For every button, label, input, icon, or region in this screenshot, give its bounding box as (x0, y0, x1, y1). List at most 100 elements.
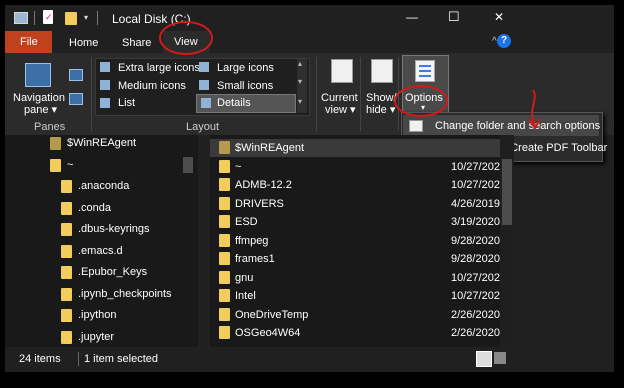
nav-item[interactable]: .conda (78, 202, 111, 214)
file-row[interactable]: OSGeo4W64 2/26/2020 (210, 324, 500, 342)
nav-item[interactable]: .ipynb_checkpoints (78, 288, 172, 300)
gallery-scroll[interactable]: ▴ ▾ ▾ (297, 59, 307, 113)
file-date: 10/27/2020 (451, 271, 500, 284)
nav-scrollbar-thumb[interactable] (183, 157, 193, 173)
folder-icon (219, 159, 230, 173)
layout-small-icons[interactable]: Small icons (217, 80, 273, 92)
folder-icon (50, 137, 61, 150)
folder-options-icon (409, 120, 423, 132)
show-hide-icon[interactable] (371, 59, 393, 83)
maximize-button[interactable]: ☐ (448, 9, 460, 25)
medium-icons-icon (100, 80, 110, 90)
separator (360, 57, 361, 131)
folder-icon (61, 180, 72, 193)
current-view-label-2: view ▾ (325, 104, 356, 116)
help-icon: ? (501, 35, 508, 46)
folder-icon (219, 252, 230, 265)
qat-dropdown-icon[interactable]: ▾ (84, 13, 88, 22)
nav-item[interactable]: .jupyter (78, 331, 114, 343)
close-button[interactable]: ✕ (494, 10, 504, 24)
layout-large-icons[interactable]: Large icons (217, 62, 274, 74)
file-name: gnu (235, 271, 254, 284)
nav-item[interactable]: $WinREAgent (67, 137, 136, 149)
title-bar: ✓ ▾ Local Disk (C:) — ☐ ✕ (5, 5, 614, 31)
show-hide-label-2: hide ▾ (366, 104, 396, 116)
file-name: OSGeo4W64 (235, 327, 301, 339)
collapse-ribbon-button[interactable]: ^ (492, 36, 497, 47)
details-icon (201, 98, 211, 108)
folder-icon (61, 223, 72, 236)
file-row[interactable]: ADMB-12.2 10/27/2020 (210, 176, 500, 194)
separator (78, 352, 79, 366)
new-folder-icon[interactable] (65, 12, 77, 25)
file-date: 3/19/2020 (451, 216, 500, 228)
separator (91, 57, 92, 131)
navigation-pane-label-2: pane ▾ (24, 104, 58, 116)
file-list-scrollbar[interactable] (500, 135, 514, 347)
file-row[interactable]: gnu 10/27/2020 (210, 269, 500, 287)
file-date: 9/28/2020 (451, 253, 500, 265)
file-name: DRIVERS (235, 197, 284, 210)
file-name: ADMB-12.2 (235, 179, 292, 191)
file-name: $WinREAgent (235, 142, 305, 154)
large-icons-icon (199, 62, 209, 72)
file-list-scrollbar-thumb[interactable] (502, 159, 512, 225)
small-icons-icon (199, 80, 209, 90)
quick-access-properties-icon[interactable] (14, 12, 28, 24)
extra-large-icons-icon (100, 62, 110, 72)
folder-icon (219, 233, 230, 247)
nav-item[interactable]: .emacs.d (78, 245, 123, 257)
file-name: ~ (235, 160, 242, 173)
nav-item[interactable]: ~ (67, 159, 73, 171)
file-date: 2/26/2020 (451, 308, 500, 321)
file-row[interactable]: ~10/27/2020 (210, 158, 500, 176)
layout-details: Details (217, 97, 251, 109)
file-date: 2/26/2020 (451, 327, 500, 339)
folder-icon (61, 244, 72, 258)
nav-item[interactable]: .ipython (78, 309, 117, 321)
nav-item[interactable]: .Epubor_Keys (78, 266, 147, 278)
panes-group-label: Panes (34, 121, 66, 133)
navigation-pane-icon[interactable] (25, 63, 51, 87)
properties-icon[interactable]: ✓ (43, 10, 53, 24)
file-row[interactable]: ffmpeg 9/28/2020 (210, 232, 500, 250)
file-row[interactable]: Intel 10/27/2020 (210, 287, 500, 305)
layout-list[interactable]: List (118, 97, 135, 109)
file-date: 10/27/2020 (451, 160, 500, 173)
file-name: OneDriveTemp (235, 308, 309, 321)
file-row[interactable]: ESD 3/19/2020 (210, 213, 500, 231)
nav-item[interactable]: .dbus-keyrings (78, 223, 150, 235)
preview-pane-icon[interactable] (69, 69, 83, 81)
minimize-button[interactable]: — (406, 10, 418, 24)
tab-share[interactable]: Share (122, 37, 151, 49)
options-icon (415, 60, 435, 82)
folder-icon (219, 270, 230, 284)
folder-icon (61, 309, 72, 322)
nav-item[interactable]: .anaconda (78, 180, 129, 192)
file-row[interactable]: OneDriveTemp 2/26/2020 (210, 306, 500, 324)
folder-icon (219, 196, 230, 210)
status-bar: 24 items 1 item selected (5, 347, 614, 372)
separator (316, 57, 317, 131)
folder-icon (219, 289, 230, 302)
layout-medium-icons[interactable]: Medium icons (118, 80, 186, 92)
large-icons-view-icon[interactable] (494, 352, 506, 364)
file-name: Intel (235, 290, 256, 302)
list-icon (100, 98, 110, 108)
annotation-arrow (528, 89, 541, 130)
details-pane-icon[interactable] (69, 93, 83, 105)
details-view-icon[interactable] (476, 351, 492, 367)
tab-file[interactable]: File (5, 31, 52, 53)
current-view-icon[interactable] (331, 59, 353, 83)
file-name: frames1 (235, 253, 275, 265)
folder-icon (61, 266, 72, 279)
file-row[interactable]: frames1 9/28/2020 (210, 250, 500, 268)
file-row[interactable]: $WinREAgent (210, 139, 500, 157)
tab-home[interactable]: Home (69, 37, 98, 49)
file-row[interactable]: DRIVERS 4/26/2019 (210, 195, 500, 213)
menu-item-change-folder-options[interactable]: Change folder and search options (403, 115, 600, 136)
layout-extra-large-icons[interactable]: Extra large icons (118, 62, 200, 74)
pane-divider[interactable] (198, 135, 210, 347)
folder-icon (219, 215, 230, 228)
separator (97, 11, 98, 25)
